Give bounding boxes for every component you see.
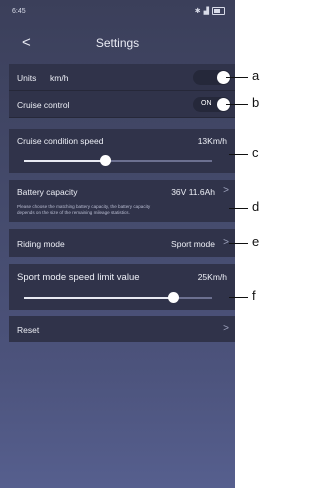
battery-row[interactable]: Battery capacity 36V 11.6Ah > Please cho… [9,180,235,222]
speed-limit-row: Sport mode speed limit value 25Km/h [9,264,235,310]
speed-limit-slider-thumb[interactable] [167,292,179,303]
speed-limit-value: 25Km/h [197,272,227,282]
page-title: Settings [95,36,140,50]
units-row[interactable]: Units km/h [9,64,235,90]
status-bar: 6:45 ✱ ▟ [0,0,235,22]
callout-line [229,297,248,298]
riding-mode-value: Sport mode [171,239,215,249]
callout-label: e [252,234,260,249]
reset-label: Reset [17,325,40,335]
battery-note-line: depends on the size of the remaining mil… [17,210,130,215]
callout-line [226,104,248,105]
chevron-right-icon: > [223,185,229,196]
cruise-control-row: Cruise control ON [9,91,235,117]
header: < Settings [0,32,235,56]
units-label: Units [17,73,37,83]
speed-limit-slider-fill [24,297,173,299]
callout-label: f [252,288,256,303]
cruise-speed-row: Cruise condition speed 13Km/h [9,129,235,173]
battery-label: Battery capacity [17,187,78,197]
riding-mode-row[interactable]: Riding mode Sport mode > [9,229,235,257]
reset-row[interactable]: Reset > [9,316,235,342]
cruise-speed-slider[interactable] [24,155,212,166]
speed-limit-label: Sport mode speed limit value [17,272,140,283]
status-time: 6:45 [12,8,26,15]
cruise-speed-value: 13Km/h [197,136,227,146]
callout-label: b [252,95,260,110]
bluetooth-icon: ✱ [194,8,201,15]
battery-note: Please choose the matching battery capac… [17,204,229,216]
cruise-speed-slider-thumb[interactable] [99,155,111,166]
divider [9,117,235,118]
battery-icon [212,7,225,15]
cruise-speed-slider-fill [24,160,105,162]
status-icons: ✱ ▟ [195,7,225,15]
callout-label: d [252,199,260,214]
callout-line [229,154,248,155]
phone-screen: 6:45 ✱ ▟ < Settings Units km/h Cruise co… [0,0,235,488]
battery-value: 36V 11.6Ah [171,187,215,197]
cruise-control-label: Cruise control [17,100,70,110]
cruise-speed-label: Cruise condition speed [17,136,104,146]
callout-label: c [252,145,259,160]
units-value: km/h [50,73,69,83]
callout-line [226,77,248,78]
speed-limit-slider[interactable] [24,292,212,303]
signal-icon: ▟ [203,8,209,15]
chevron-right-icon: > [223,323,229,334]
callout-label: a [252,68,260,83]
callout-line [229,208,248,209]
riding-mode-label: Riding mode [17,239,65,249]
cruise-control-toggle-text: ON [201,100,212,107]
callout-line [229,243,248,244]
